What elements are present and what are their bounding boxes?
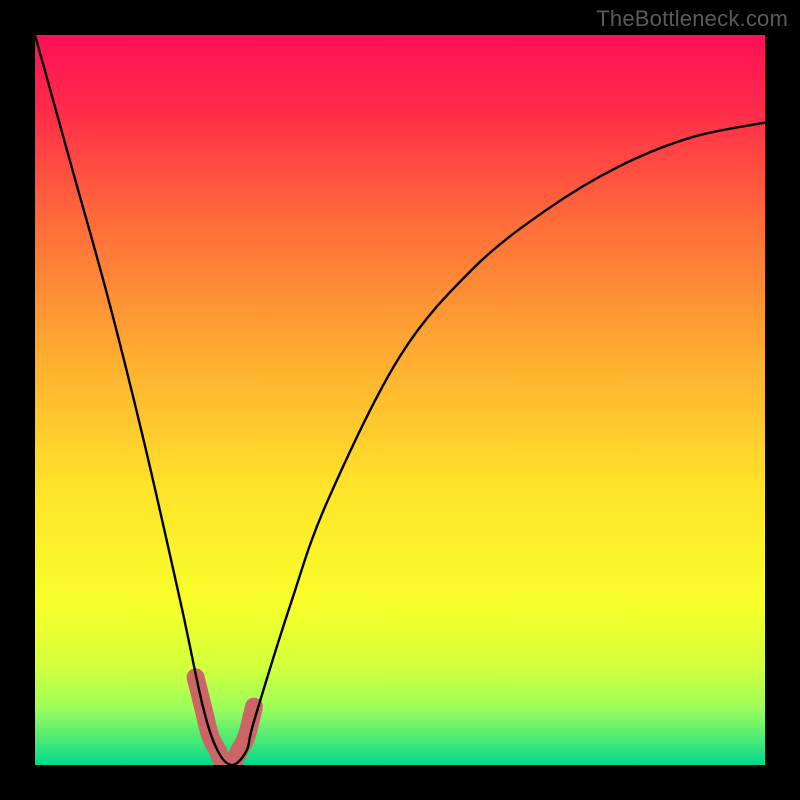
plot-area xyxy=(35,35,765,765)
watermark-text: TheBottleneck.com xyxy=(596,6,788,32)
background-gradient xyxy=(35,35,765,765)
chart-frame: TheBottleneck.com xyxy=(0,0,800,800)
